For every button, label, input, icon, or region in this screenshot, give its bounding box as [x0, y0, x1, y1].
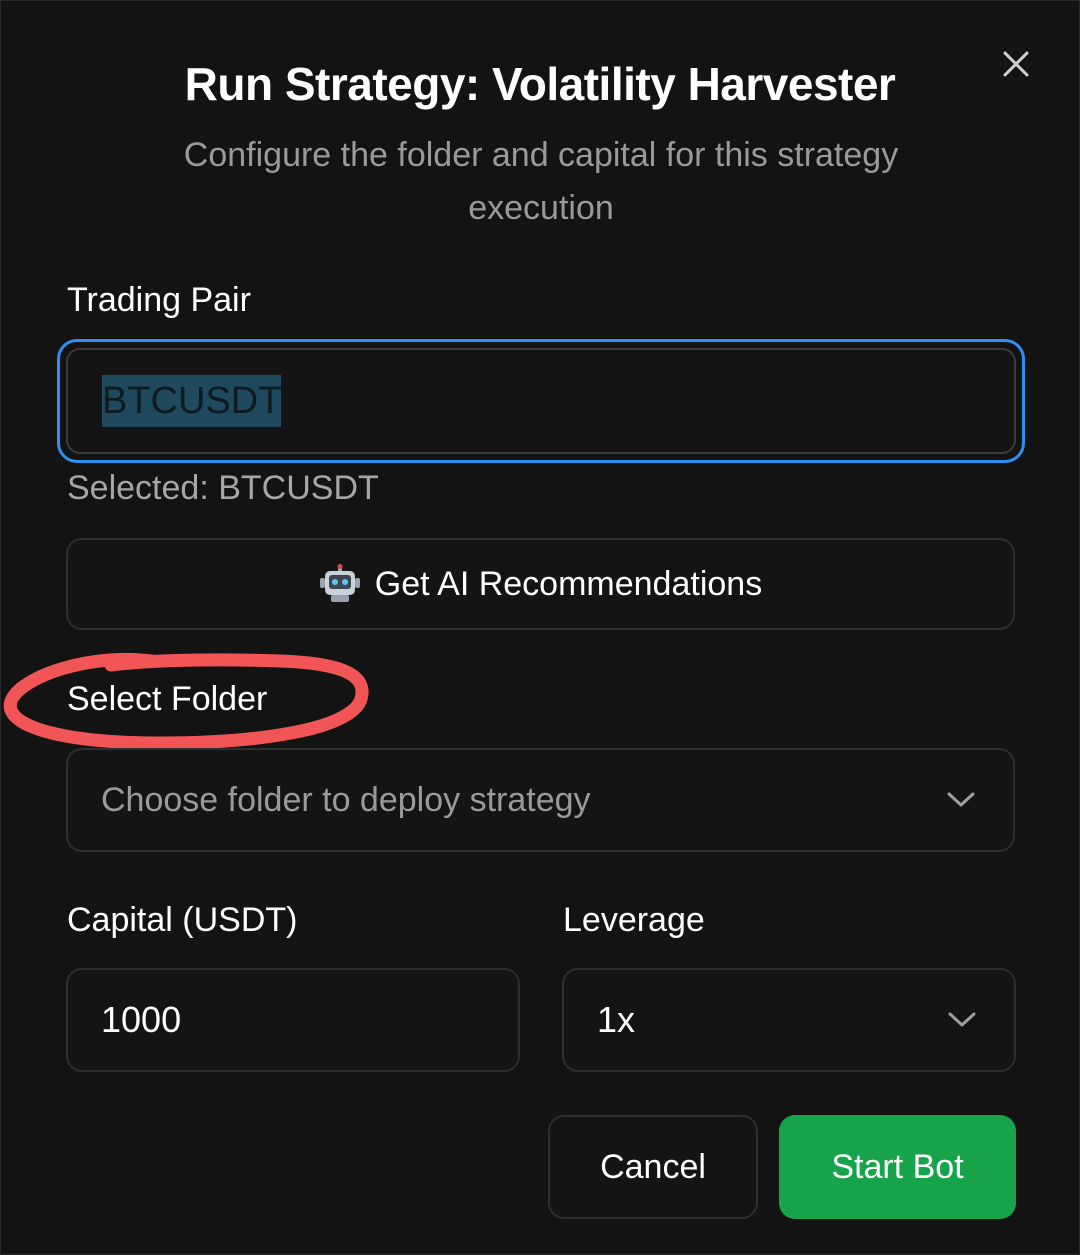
- cancel-button[interactable]: Cancel: [548, 1115, 758, 1219]
- dialog-subtitle: Configure the folder and capital for thi…: [183, 136, 899, 227]
- trading-pair-value: BTCUSDT: [102, 375, 282, 427]
- capital-label: Capital (USDT): [67, 901, 298, 939]
- folder-select-placeholder: Choose folder to deploy strategy: [101, 780, 591, 819]
- capital-input[interactable]: 1000: [66, 968, 520, 1072]
- dialog-title: Run Strategy: Volatility Harvester: [184, 58, 896, 110]
- select-folder-label: Select Folder: [67, 680, 268, 718]
- ai-recommendations-button[interactable]: Get AI Recommendations: [66, 538, 1015, 630]
- leverage-label: Leverage: [563, 901, 705, 939]
- capital-value: 1000: [101, 999, 182, 1040]
- trading-pair-label: Trading Pair: [67, 281, 251, 319]
- folder-select[interactable]: Choose folder to deploy strategy: [66, 748, 1015, 852]
- chevron-down-icon: [948, 1012, 976, 1027]
- chevron-down-icon: [947, 792, 975, 807]
- ai-recommendations-label: Get AI Recommendations: [374, 564, 763, 603]
- leverage-value: 1x: [597, 999, 636, 1040]
- leverage-select[interactable]: 1x: [562, 968, 1016, 1072]
- start-bot-button[interactable]: Start Bot: [779, 1115, 1016, 1219]
- robot-icon: [319, 564, 361, 604]
- selected-pair-text: Selected: BTCUSDT: [67, 469, 379, 507]
- run-strategy-dialog: Run Strategy: Volatility Harvester Confi…: [0, 0, 1080, 1255]
- trading-pair-field[interactable]: BTCUSDT: [66, 348, 1016, 454]
- trading-pair-input[interactable]: BTCUSDT: [57, 339, 1025, 463]
